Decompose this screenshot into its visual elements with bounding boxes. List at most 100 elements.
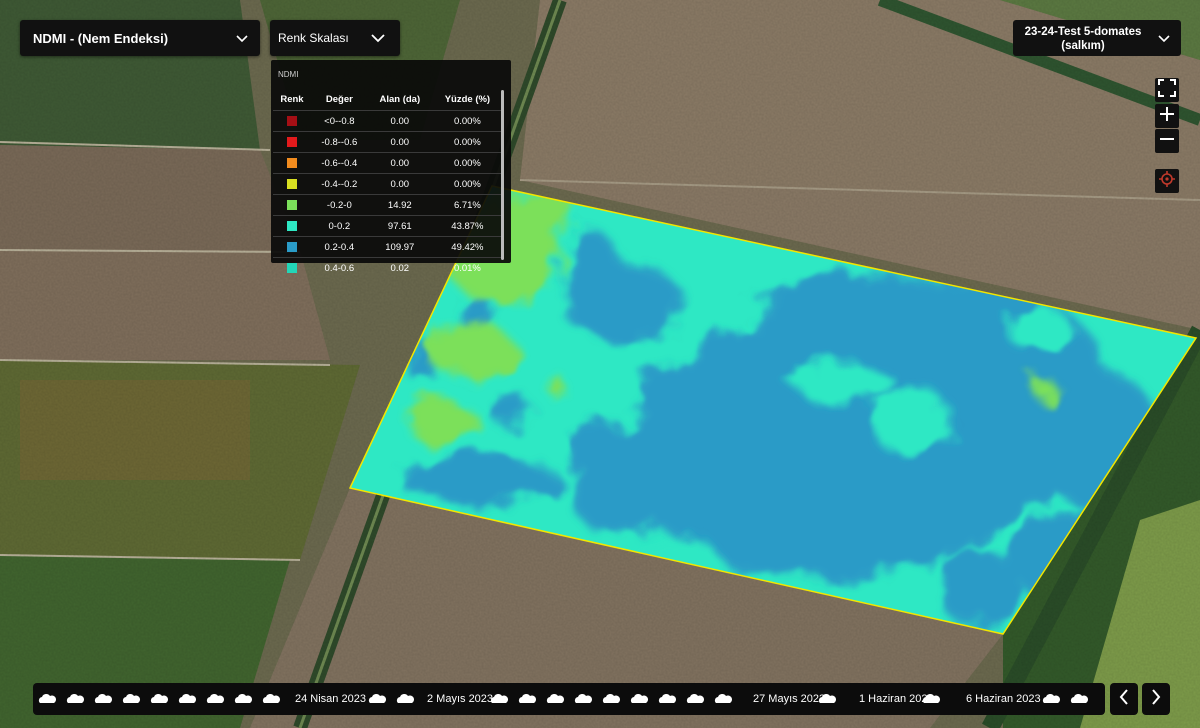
legend-color-swatch [286,220,297,231]
legend-percent-cell: 49.42% [431,236,503,258]
cloud-icon[interactable] [1070,693,1089,703]
legend-header-area: Alan (da) [379,93,421,105]
field-dropdown[interactable]: 23-24-Test 5-domates (salkım) [1013,20,1181,56]
cloud-icon[interactable] [178,693,197,703]
field-name-line2: (salkım) [1061,40,1105,52]
legend-swatch-cell [273,173,311,195]
cloud-icon[interactable] [94,693,113,703]
legend-color-swatch [286,157,297,168]
legend-row: -0.6--0.4 0.00 0.00% [273,152,503,174]
zoom-in-icon [1159,106,1175,127]
cloud-icon[interactable] [206,693,225,703]
cloud-icon[interactable] [574,693,593,703]
legend-row: -0.2-0 14.92 6.71% [273,194,503,216]
index-dropdown[interactable]: NDMI - (Nem Endeksi) [20,20,260,56]
legend-row: -0.8--0.6 0.00 0.00% [273,131,503,153]
chevron-down-icon [234,30,250,51]
legend-swatch-cell [273,215,311,237]
timeline-cloud-icons [38,693,1089,703]
cloud-icon[interactable] [546,693,565,703]
cloud-icon[interactable] [714,693,733,703]
legend-header-color: Renk [280,93,304,105]
timeline-prev-button[interactable] [1110,683,1138,715]
color-scale-dropdown[interactable]: Renk Skalası [270,20,400,56]
timeline-date[interactable]: 27 Mayıs 2023 [753,693,825,705]
legend-header-row: Renk Değer Alan (da) Yüzde (%) [273,88,503,111]
legend-area-cell: 0.00 [367,110,432,132]
legend-row: 0.2-0.4 109.97 49.42% [273,236,503,258]
legend-area-cell: 0.00 [367,173,432,195]
cloud-icon[interactable] [602,693,621,703]
legend-percent-cell: 6.71% [431,194,503,216]
legend-color-swatch [286,241,297,252]
zoom-in-button[interactable] [1155,104,1179,128]
legend-row: <0--0.8 0.00 0.00% [273,110,503,132]
legend-percent-cell: 0.01% [431,257,503,278]
legend-area-cell: 0.00 [367,131,432,153]
cloud-icon[interactable] [122,693,141,703]
cloud-icon[interactable] [686,693,705,703]
legend-swatch-cell [273,194,311,216]
cloud-icon[interactable] [234,693,253,703]
legend-color-swatch [286,262,297,273]
cloud-icon[interactable] [518,693,537,703]
cloud-icon[interactable] [630,693,649,703]
legend-value-cell: 0.4-0.6 [310,257,368,278]
legend-area-cell: 14.92 [367,194,432,216]
zoom-out-icon [1159,131,1175,152]
cloud-icon[interactable] [66,693,85,703]
legend-color-swatch [286,178,297,189]
fullscreen-button[interactable] [1155,78,1179,102]
cloud-icon[interactable] [262,693,281,703]
legend-area-cell: 0.00 [367,152,432,174]
legend-scrollbar[interactable] [501,90,504,260]
cloud-icon[interactable] [368,693,387,703]
legend-percent-cell: 43.87% [431,215,503,237]
legend-color-swatch [286,136,297,147]
legend-percent-cell: 0.00% [431,110,503,132]
chevron-right-icon [1150,688,1162,710]
legend-color-swatch [286,199,297,210]
timeline-next-button[interactable] [1142,683,1170,715]
legend-value-cell: -0.4--0.2 [310,173,368,195]
legend-swatch-cell [273,131,311,153]
cloud-icon[interactable] [490,693,509,703]
field-dropdown-label: 23-24-Test 5-domates (salkım) [1013,25,1153,53]
legend-percent-cell: 0.00% [431,173,503,195]
legend-value-cell: -0.2-0 [310,194,368,216]
cloud-icon[interactable] [38,693,57,703]
field-name-line1: 23-24-Test 5-domates [1024,26,1142,38]
locate-button[interactable] [1155,169,1179,193]
legend-percent-cell: 0.00% [431,152,503,174]
legend-value-cell: -0.6--0.4 [310,152,368,174]
legend-row: -0.4--0.2 0.00 0.00% [273,173,503,195]
locate-icon [1158,170,1176,193]
legend-value-cell: 0-0.2 [310,215,368,237]
cloud-icon[interactable] [658,693,677,703]
color-scale-label: Renk Skalası [278,31,349,45]
cloud-icon[interactable] [1042,693,1061,703]
chevron-down-icon [370,30,386,51]
legend-swatch-cell [273,110,311,132]
cloud-icon[interactable] [150,693,169,703]
legend-area-cell: 0.02 [367,257,432,278]
satellite-map[interactable] [0,0,1200,728]
legend-row: 0.4-0.6 0.02 0.01% [273,257,503,278]
chevron-left-icon [1118,688,1130,710]
legend-area-cell: 97.61 [367,215,432,237]
legend-value-cell: <0--0.8 [310,110,368,132]
legend-title: NDMI [278,70,299,79]
timeline-date[interactable]: 2 Mayıs 2023 [427,693,493,705]
legend-row: 0-0.2 97.61 43.87% [273,215,503,237]
timeline-date[interactable]: 6 Haziran 2023 [966,693,1041,705]
legend-header-value: Değer [325,93,353,105]
timeline-date[interactable]: 24 Nisan 2023 [295,693,366,705]
index-dropdown-label: NDMI - (Nem Endeksi) [33,31,169,46]
timeline-date[interactable]: 1 Haziran 2023 [859,693,934,705]
cloud-icon[interactable] [396,693,415,703]
legend-value-cell: -0.8--0.6 [310,131,368,153]
date-timeline[interactable]: 24 Nisan 2023 2 Mayıs 2023 27 Mayıs 2023… [33,683,1105,715]
legend-value-cell: 0.2-0.4 [310,236,368,258]
legend-color-swatch [286,115,297,126]
zoom-out-button[interactable] [1155,129,1179,153]
